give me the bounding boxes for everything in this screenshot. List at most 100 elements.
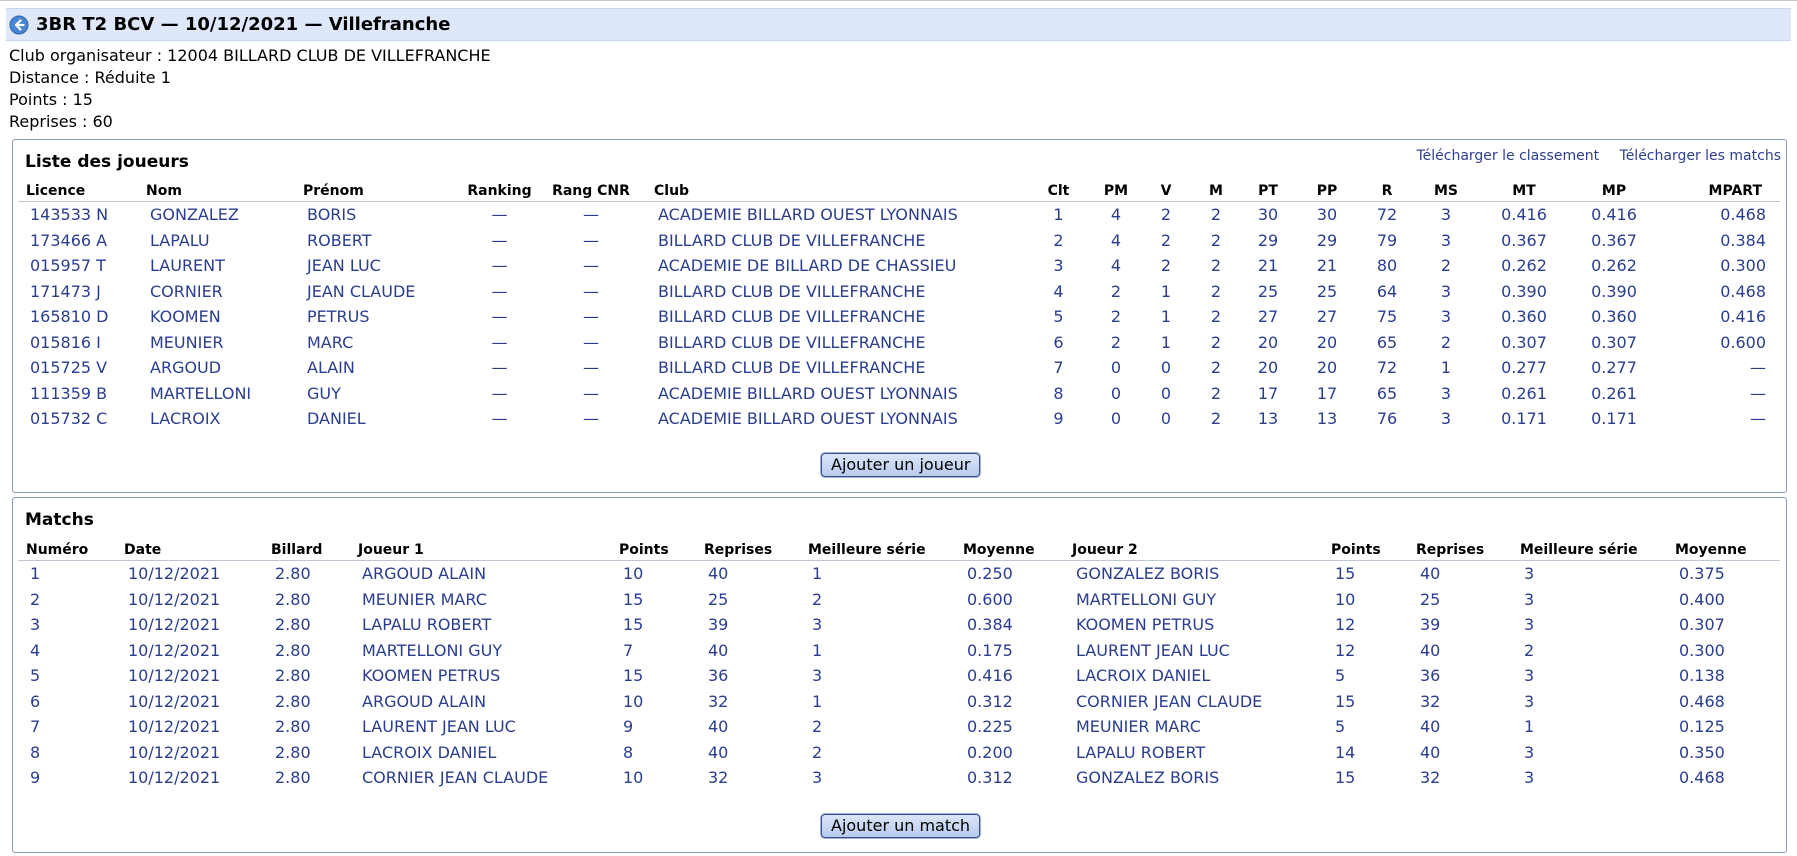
cell-ms[interactable]: 3: [1415, 202, 1477, 228]
cell-points1[interactable]: 15: [611, 663, 696, 689]
player-row[interactable]: 015732 C LACROIX DANIEL — — ACADEMIE BILLARD …: [18, 406, 1780, 432]
cell-points1[interactable]: 10: [611, 561, 696, 587]
player-row[interactable]: 173466 A LAPALU ROBERT — — BILLARD CLUB DE VI…: [18, 228, 1780, 254]
cell-points1[interactable]: 10: [611, 765, 696, 791]
cell-prenom[interactable]: GUY: [295, 381, 463, 407]
cell-pm[interactable]: 0: [1091, 355, 1141, 381]
cell-billard[interactable]: 2.80: [263, 587, 350, 613]
cell-clt[interactable]: 5: [1026, 304, 1091, 330]
cell-points1[interactable]: 10: [611, 689, 696, 715]
cell-serie1[interactable]: 3: [800, 612, 955, 638]
cell-ranking[interactable]: —: [463, 202, 536, 228]
cell-numero[interactable]: 1: [18, 561, 116, 587]
cell-numero[interactable]: 5: [18, 663, 116, 689]
cell-billard[interactable]: 2.80: [263, 612, 350, 638]
cell-reprises2[interactable]: 32: [1408, 689, 1512, 715]
cell-pm[interactable]: 0: [1091, 381, 1141, 407]
cell-points2[interactable]: 5: [1323, 714, 1408, 740]
cell-reprises1[interactable]: 25: [696, 587, 800, 613]
cell-date[interactable]: 10/12/2021: [116, 689, 263, 715]
cell-reprises1[interactable]: 40: [696, 561, 800, 587]
cell-billard[interactable]: 2.80: [263, 638, 350, 664]
cell-date[interactable]: 10/12/2021: [116, 587, 263, 613]
cell-m[interactable]: 2: [1191, 202, 1241, 228]
player-row[interactable]: 171473 J CORNIER JEAN CLAUDE — — BILLARD CLUB…: [18, 279, 1780, 305]
cell-clt[interactable]: 4: [1026, 279, 1091, 305]
cell-r[interactable]: 64: [1359, 279, 1415, 305]
cell-prenom[interactable]: PETRUS: [295, 304, 463, 330]
col-header[interactable]: Club: [646, 181, 1026, 202]
cell-pp[interactable]: 30: [1295, 202, 1359, 228]
cell-ms[interactable]: 2: [1415, 330, 1477, 356]
cell-v[interactable]: 2: [1141, 202, 1191, 228]
cell-billard[interactable]: 2.80: [263, 714, 350, 740]
cell-pp[interactable]: 21: [1295, 253, 1359, 279]
col-header[interactable]: Numéro: [18, 540, 116, 561]
cell-reprises1[interactable]: 40: [696, 714, 800, 740]
cell-serie1[interactable]: 2: [800, 587, 955, 613]
cell-mt[interactable]: 0.390: [1477, 279, 1571, 305]
col-header[interactable]: PP: [1295, 181, 1359, 202]
cell-r[interactable]: 76: [1359, 406, 1415, 432]
cell-joueur2[interactable]: KOOMEN PETRUS: [1064, 612, 1323, 638]
cell-r[interactable]: 72: [1359, 202, 1415, 228]
col-header[interactable]: MT: [1477, 181, 1571, 202]
col-header[interactable]: Date: [116, 540, 263, 561]
cell-pt[interactable]: 21: [1241, 253, 1295, 279]
cell-m[interactable]: 2: [1191, 355, 1241, 381]
cell-serie2[interactable]: 1: [1512, 714, 1667, 740]
cell-mt[interactable]: 0.360: [1477, 304, 1571, 330]
cell-date[interactable]: 10/12/2021: [116, 765, 263, 791]
match-row[interactable]: 5 10/12/2021 2.80 KOOMEN PETRUS 15 36 3 0.416 LA…: [18, 663, 1780, 689]
cell-v[interactable]: 1: [1141, 279, 1191, 305]
cell-nom[interactable]: ARGOUD: [138, 355, 295, 381]
cell-date[interactable]: 10/12/2021: [116, 714, 263, 740]
cell-clt[interactable]: 1: [1026, 202, 1091, 228]
player-row[interactable]: 015816 I MEUNIER MARC — — BILLARD CLUB DE VIL…: [18, 330, 1780, 356]
cell-rang-cnr[interactable]: —: [536, 279, 646, 305]
cell-pt[interactable]: 13: [1241, 406, 1295, 432]
cell-nom[interactable]: KOOMEN: [138, 304, 295, 330]
cell-mpart[interactable]: 0.468: [1657, 202, 1780, 228]
cell-mt[interactable]: 0.416: [1477, 202, 1571, 228]
cell-moyenne1[interactable]: 0.175: [955, 638, 1064, 664]
match-row[interactable]: 9 10/12/2021 2.80 CORNIER JEAN CLAUDE 10 32 3 0…: [18, 765, 1780, 791]
player-row[interactable]: 143533 N GONZALEZ BORIS — — ACADEMIE BILLARD …: [18, 202, 1780, 228]
col-header[interactable]: Clt: [1026, 181, 1091, 202]
cell-points2[interactable]: 10: [1323, 587, 1408, 613]
cell-pm[interactable]: 2: [1091, 279, 1141, 305]
cell-club[interactable]: BILLARD CLUB DE VILLEFRANCHE: [646, 304, 1026, 330]
cell-serie2[interactable]: 2: [1512, 638, 1667, 664]
cell-pp[interactable]: 29: [1295, 228, 1359, 254]
cell-reprises1[interactable]: 40: [696, 740, 800, 766]
cell-moyenne1[interactable]: 0.200: [955, 740, 1064, 766]
cell-joueur1[interactable]: LACROIX DANIEL: [350, 740, 611, 766]
col-header[interactable]: PT: [1241, 181, 1295, 202]
col-header[interactable]: V: [1141, 181, 1191, 202]
col-header[interactable]: Billard: [263, 540, 350, 561]
col-header[interactable]: Prénom: [295, 181, 463, 202]
cell-points1[interactable]: 8: [611, 740, 696, 766]
col-header[interactable]: Nom: [138, 181, 295, 202]
cell-prenom[interactable]: DANIEL: [295, 406, 463, 432]
cell-rang-cnr[interactable]: —: [536, 228, 646, 254]
cell-joueur2[interactable]: LAURENT JEAN LUC: [1064, 638, 1323, 664]
cell-joueur2[interactable]: LAPALU ROBERT: [1064, 740, 1323, 766]
cell-points2[interactable]: 15: [1323, 765, 1408, 791]
cell-mp[interactable]: 0.307: [1571, 330, 1657, 356]
back-arrow-icon[interactable]: [9, 15, 29, 35]
cell-nom[interactable]: GONZALEZ: [138, 202, 295, 228]
cell-billard[interactable]: 2.80: [263, 663, 350, 689]
cell-serie2[interactable]: 3: [1512, 689, 1667, 715]
cell-joueur2[interactable]: GONZALEZ BORIS: [1064, 561, 1323, 587]
cell-rang-cnr[interactable]: —: [536, 406, 646, 432]
cell-r[interactable]: 80: [1359, 253, 1415, 279]
cell-r[interactable]: 79: [1359, 228, 1415, 254]
cell-ms[interactable]: 3: [1415, 304, 1477, 330]
cell-ranking[interactable]: —: [463, 381, 536, 407]
cell-serie1[interactable]: 2: [800, 740, 955, 766]
cell-r[interactable]: 65: [1359, 330, 1415, 356]
cell-pp[interactable]: 13: [1295, 406, 1359, 432]
cell-nom[interactable]: LACROIX: [138, 406, 295, 432]
match-row[interactable]: 8 10/12/2021 2.80 LACROIX DANIEL 8 40 2 0.200 LA…: [18, 740, 1780, 766]
